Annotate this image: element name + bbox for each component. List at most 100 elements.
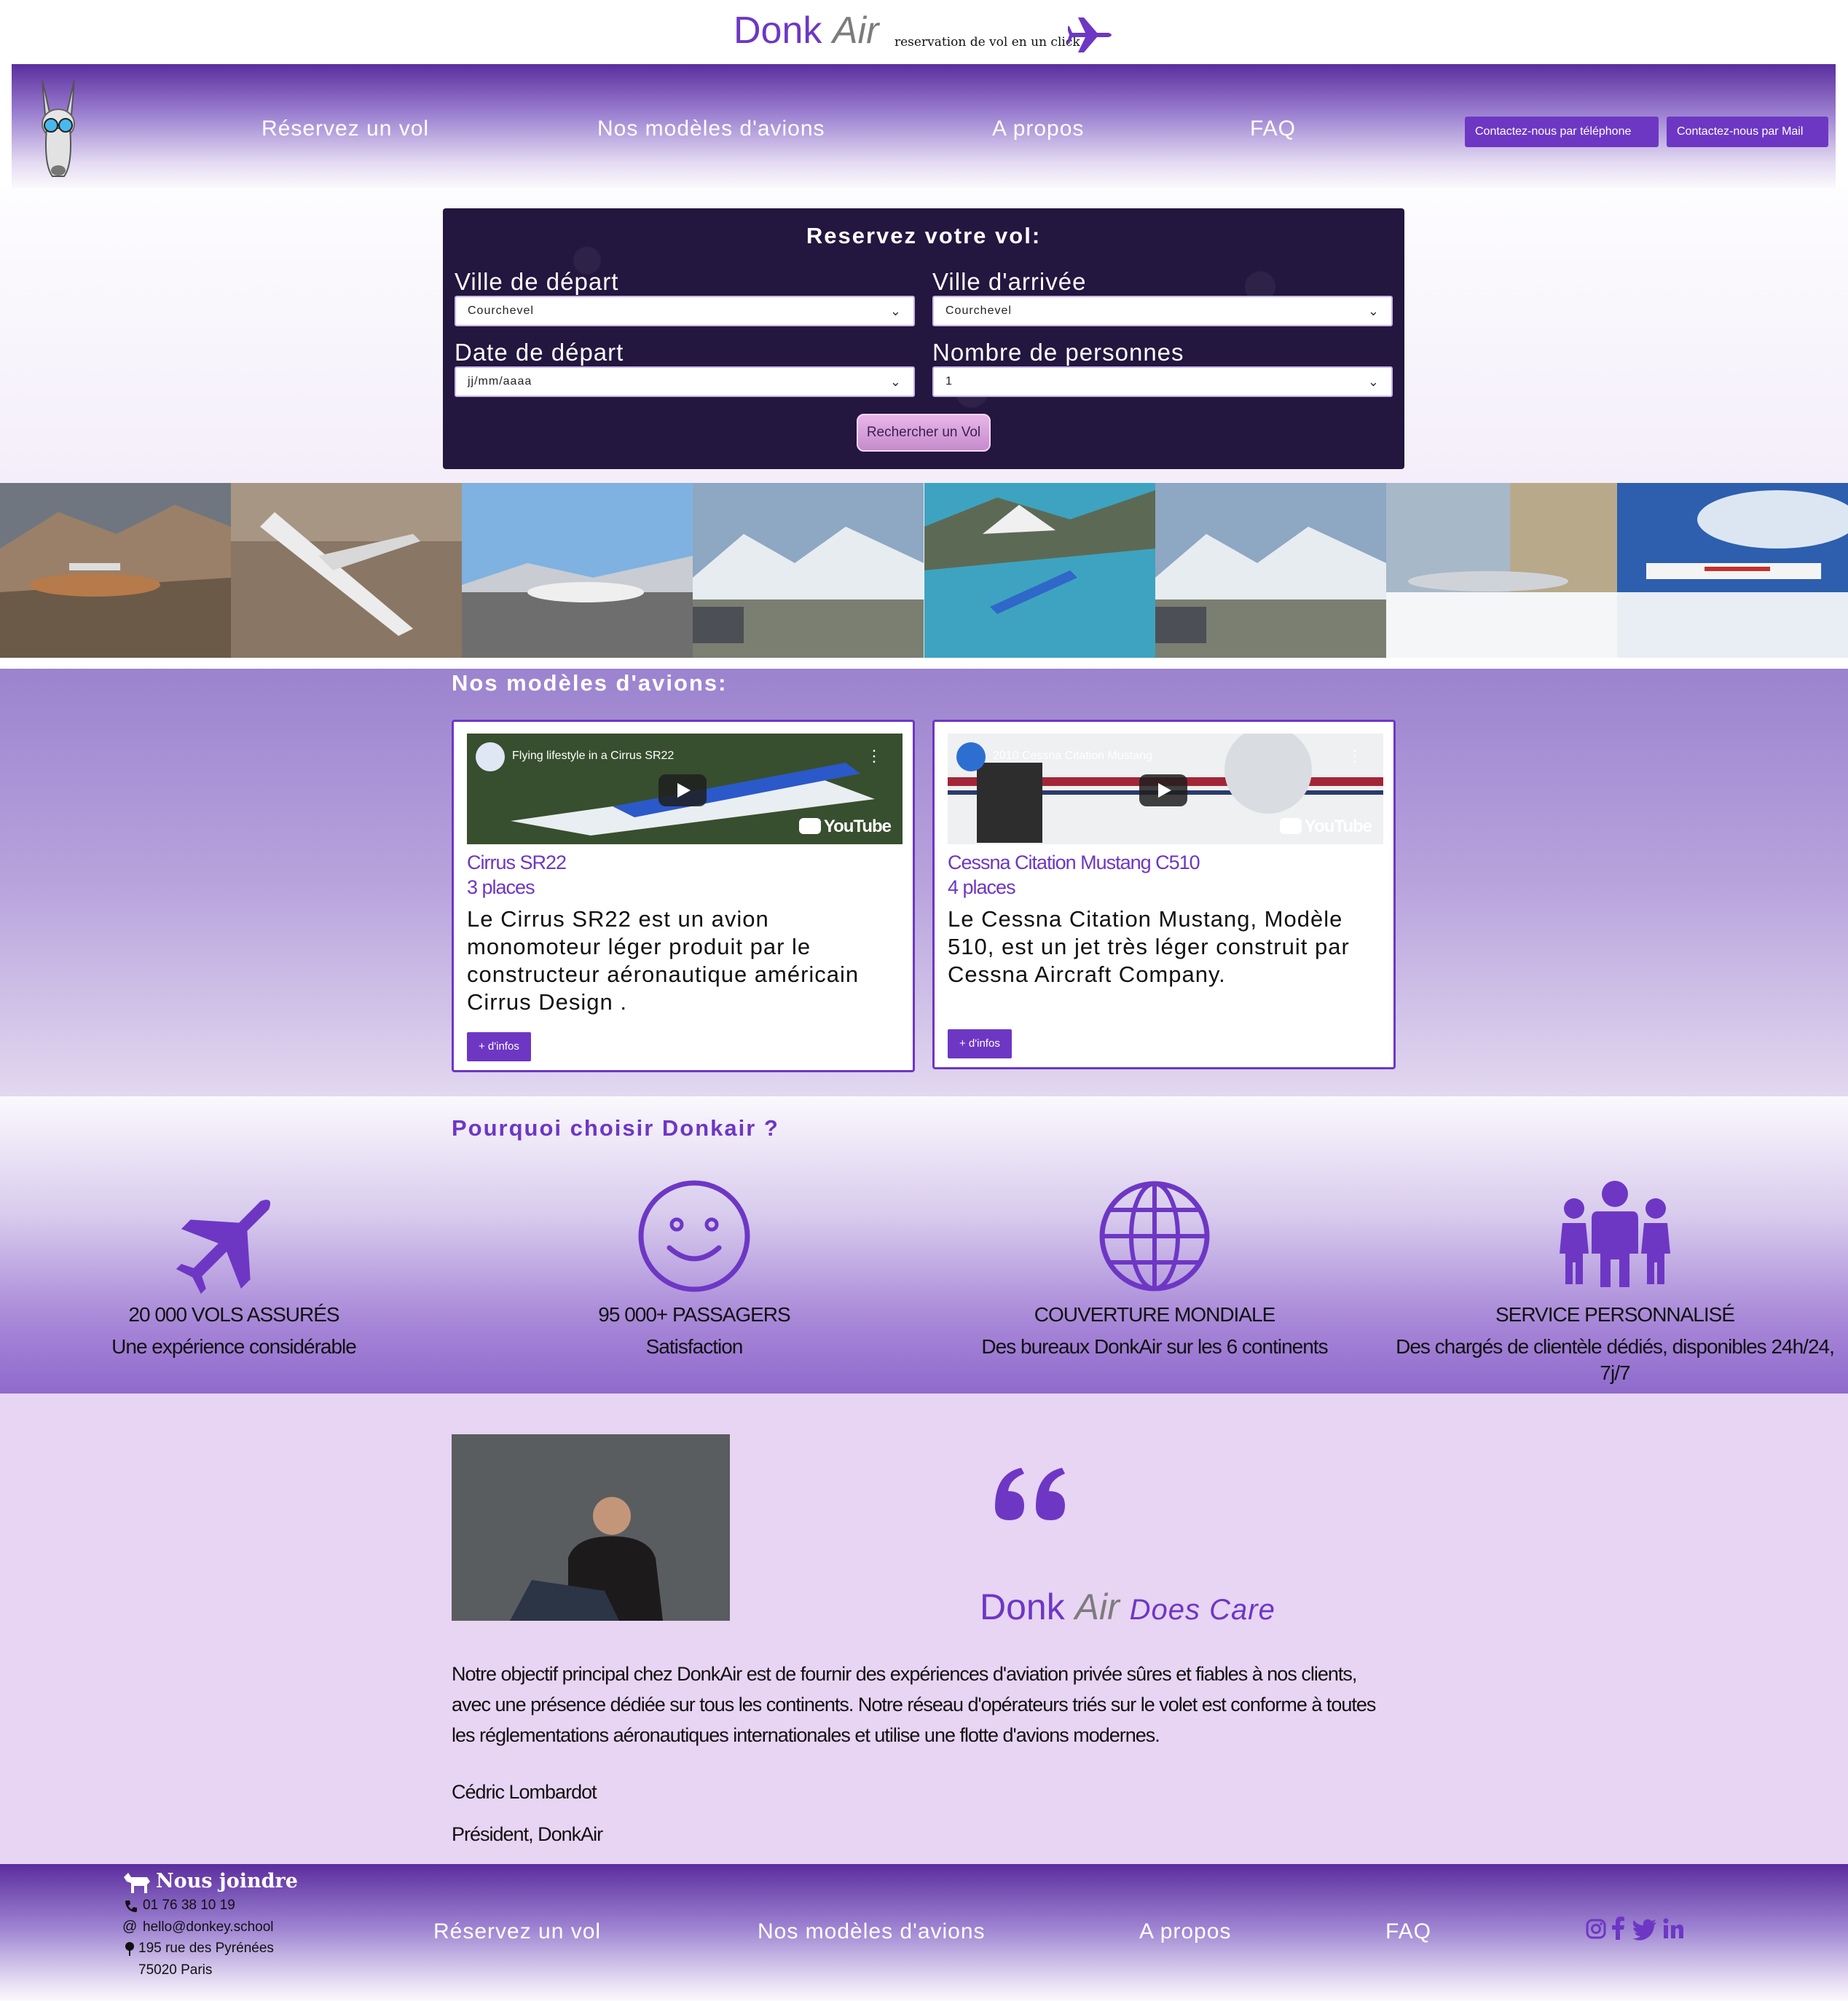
model-description: Le Cirrus SR22 est un avion monomoteur l… <box>467 906 860 1015</box>
search-flight-button[interactable]: Rechercher un Vol <box>857 414 991 452</box>
model-name: Cessna Citation Mustang C510 <box>948 852 1200 873</box>
depart-date-input[interactable]: jj/mm/aaaa ⌄ <box>455 366 915 397</box>
arrival-city-label: Ville d'arrivée <box>932 268 1087 295</box>
footer-phone[interactable]: 01 76 38 10 19 <box>143 1898 235 1914</box>
nav-item-apropos[interactable]: A propos <box>992 117 1084 141</box>
photo-mountains-airfield-2 <box>1155 483 1386 658</box>
quote-brand-donk: Donk <box>980 1587 1065 1627</box>
photo-plane-runway <box>462 483 693 658</box>
footer-email[interactable]: hello@donkey.school <box>143 1919 274 1935</box>
brand-header: Donk Air reservation de vol en un click <box>0 0 1848 64</box>
model-name: Cirrus SR22 <box>467 852 567 873</box>
footer: Nous joindre 01 76 38 10 19 @ hello@donk… <box>0 1864 1848 2001</box>
more-info-button[interactable]: + d'infos <box>467 1032 531 1061</box>
chevron-down-icon: ⌄ <box>889 374 902 389</box>
models-section: Nos modèles d'avions: Flying lifestyle i… <box>0 669 1848 1096</box>
depart-city-value: Courchevel <box>468 304 534 317</box>
quote-brand: Donk Air Does Care <box>980 1586 1275 1628</box>
play-icon[interactable] <box>1139 774 1187 806</box>
donkey-icon <box>124 1873 150 1893</box>
depart-city-select[interactable]: Courchevel ⌄ <box>455 296 915 326</box>
twitter-icon[interactable] <box>1632 1917 1658 1941</box>
feature-subtitle: Une expérience considérable <box>111 1335 357 1358</box>
at-icon: @ <box>122 1919 138 1935</box>
quote-author-name: Cédric Lombardot <box>452 1781 597 1803</box>
phone-icon <box>125 1900 137 1912</box>
brand-tagline: reservation de vol en un click <box>894 35 1080 50</box>
booking-title: Reservez votre vol: <box>806 223 1042 248</box>
channel-avatar-icon <box>476 742 505 771</box>
persons-value: 1 <box>945 375 953 388</box>
model-card-cessna: 2010 Cessna Citation Mustang ⋮ YouTube C… <box>932 720 1396 1069</box>
quote-brand-air: Air <box>1074 1587 1120 1627</box>
brand-name-air: Air <box>832 9 879 52</box>
quote-icon <box>995 1468 1065 1520</box>
plane-icon <box>176 1199 271 1294</box>
contact-mail-button[interactable]: Contactez-nous par Mail <box>1667 117 1828 147</box>
model-card-cirrus: Flying lifestyle in a Cirrus SR22 ⋮ YouT… <box>452 720 915 1072</box>
nav-item-reservez[interactable]: Réservez un vol <box>262 117 429 141</box>
photo-mountains-airfield-1 <box>693 483 924 658</box>
more-info-button[interactable]: + d'infos <box>948 1029 1012 1058</box>
chevron-down-icon: ⌄ <box>1367 374 1380 389</box>
more-options-icon[interactable]: ⋮ <box>1347 747 1363 766</box>
smiley-icon <box>638 1180 750 1292</box>
donkey-logo-icon[interactable] <box>29 77 87 181</box>
photo-plane-lake <box>924 483 1155 658</box>
footer-nav-apropos[interactable]: A propos <box>1139 1919 1231 1944</box>
photo-plane-snow-hangar <box>1385 483 1617 658</box>
globe-icon <box>1099 1181 1210 1292</box>
footer-nav-modeles[interactable]: Nos modèles d'avions <box>758 1919 986 1944</box>
video-cirrus[interactable]: Flying lifestyle in a Cirrus SR22 ⋮ YouT… <box>467 734 903 844</box>
footer-nav-reservez[interactable]: Réservez un vol <box>433 1919 601 1944</box>
feature-title: COUVERTURE MONDIALE <box>1034 1303 1276 1326</box>
feature-title: 20 000 VOLS ASSURÉS <box>128 1303 339 1326</box>
youtube-logo: YouTube <box>1280 817 1372 837</box>
nav-item-modeles[interactable]: Nos modèles d'avions <box>597 117 825 141</box>
model-seats: 3 places <box>467 876 535 898</box>
photo-plane-snow-sky <box>1616 483 1848 658</box>
linkedin-icon[interactable] <box>1662 1917 1684 1941</box>
quote-author-role: Président, DonkAir <box>452 1823 603 1845</box>
video-cessna[interactable]: 2010 Cessna Citation Mustang ⋮ YouTube <box>948 734 1383 844</box>
chevron-down-icon: ⌄ <box>889 304 902 318</box>
quote-brand-care: Does Care <box>1129 1594 1275 1626</box>
feature-subtitle: Satisfaction <box>645 1335 744 1358</box>
feature-title: 95 000+ PASSAGERS <box>598 1303 790 1326</box>
feature-subtitle: Des chargés de clientèle dédiés, disponi… <box>1396 1335 1835 1384</box>
photo-strip <box>0 483 1848 658</box>
quote-text: Notre objectif principal chez DonkAir es… <box>452 1663 1376 1746</box>
youtube-logo: YouTube <box>799 817 892 837</box>
persons-select[interactable]: 1 ⌄ <box>932 366 1393 397</box>
quote-section: Donk Air Does Care Notre objectif princi… <box>0 1393 1848 1864</box>
arrival-city-select[interactable]: Courchevel ⌄ <box>932 296 1393 326</box>
brand-logo[interactable]: Donk Air <box>734 9 878 52</box>
model-seats: 4 places <box>948 876 1016 898</box>
play-icon[interactable] <box>658 774 707 806</box>
pin-icon <box>125 1942 134 1956</box>
president-photo <box>452 1434 730 1621</box>
nav-item-faq[interactable]: FAQ <box>1250 117 1296 141</box>
persons-label: Nombre de personnes <box>932 339 1184 366</box>
people-icon <box>1560 1181 1670 1287</box>
contact-phone-button[interactable]: Contactez-nous par téléphone <box>1465 117 1659 147</box>
brand-name-donk: Donk <box>734 9 822 52</box>
footer-title: Nous joindre <box>156 1870 298 1892</box>
facebook-icon[interactable] <box>1610 1917 1626 1941</box>
chevron-down-icon: ⌄ <box>1367 304 1380 318</box>
footer-nav-faq[interactable]: FAQ <box>1385 1919 1431 1944</box>
video-title: 2010 Cessna Citation Mustang <box>993 750 1152 762</box>
booking-form: Reservez votre vol: Ville de départ Cour… <box>443 208 1404 469</box>
plane-icon <box>1068 17 1112 52</box>
more-options-icon[interactable]: ⋮ <box>866 747 882 766</box>
feature-title: SERVICE PERSONNALISÉ <box>1495 1303 1735 1326</box>
main-nav: Réservez un vol Nos modèles d'avions A p… <box>12 64 1836 188</box>
instagram-icon[interactable] <box>1585 1917 1607 1941</box>
channel-avatar-icon <box>956 742 986 771</box>
models-title: Nos modèles d'avions: <box>452 670 728 696</box>
feature-subtitle: Des bureaux DonkAir sur les 6 continents <box>981 1335 1328 1358</box>
footer-address-line2: 75020 Paris <box>138 1962 213 1978</box>
model-description: Le Cessna Citation Mustang, Modèle 510, … <box>948 906 1350 987</box>
video-title: Flying lifestyle in a Cirrus SR22 <box>512 750 675 762</box>
depart-city-label: Ville de départ <box>455 268 619 295</box>
